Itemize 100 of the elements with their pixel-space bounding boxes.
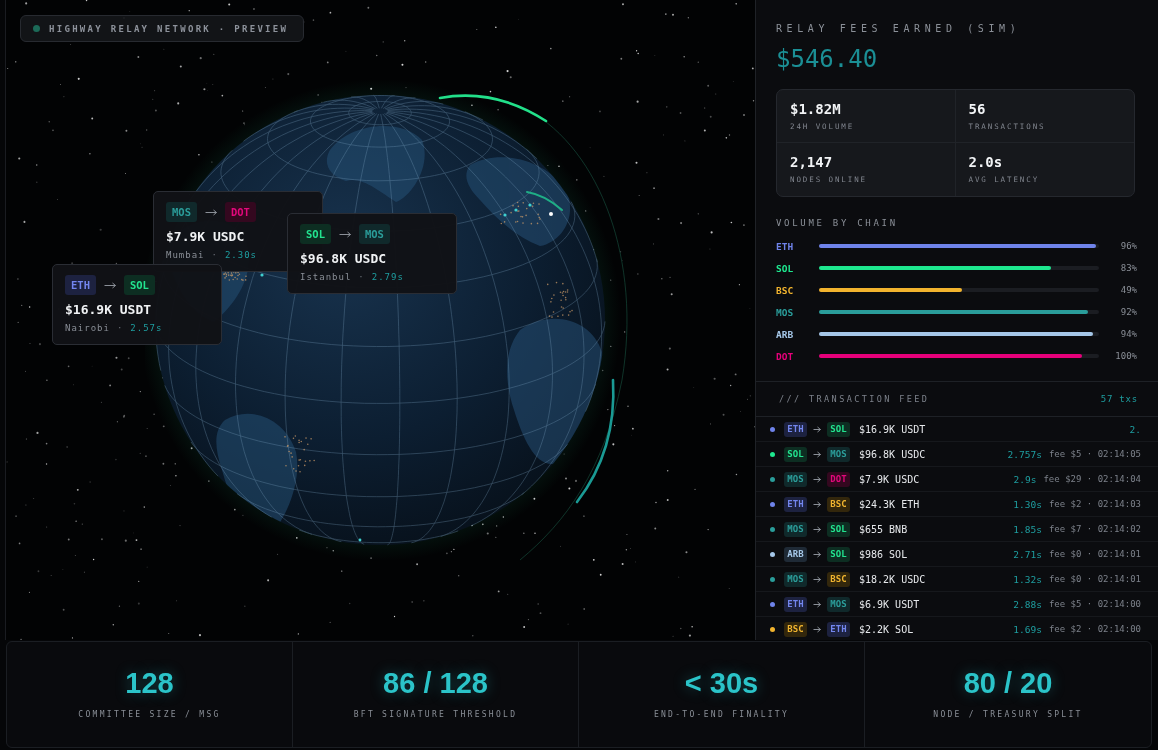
feed-count: 57 txs [1100,394,1138,404]
chain-tag: SOL [827,521,850,537]
percent-value: 96% [1120,241,1137,251]
transfer-amount: $2.2K SOL [859,623,915,635]
city-name: Nairobi [65,322,110,334]
metric-label: COMMITTEE SIZE / MSG [78,709,221,721]
transfer-amount: $96.8K USDC [859,448,927,460]
percent-value: 83% [1120,263,1137,273]
arrow-icon [813,600,821,608]
transfer-amount: $655 BNB [859,523,909,535]
stat-value: 56 [968,100,987,118]
arrow-icon [338,230,351,238]
status-dot-icon [33,25,40,32]
arrow-icon [813,425,821,433]
chain-label: ARB [776,328,795,340]
latency-value: 1.30s [1013,498,1042,510]
arrow-icon [813,475,821,483]
chain-label: BSC [776,284,795,296]
percent-value: 49% [1120,285,1137,295]
metric-label: BFT SIGNATURE THRESHOLD [353,709,518,721]
feed-title: /// TRANSACTION FEED [779,394,930,404]
arrow-icon [813,500,821,508]
fee-text: fee $2 · 02:14:03 [1048,499,1141,509]
latency-value: 2.9s [1013,473,1037,485]
transfer-amount: $986 SOL [859,548,909,560]
percent-value: 94% [1120,329,1137,339]
stat-value: $1.82M [790,100,842,118]
fees-label: RELAY FEES EARNED (SIM) [776,22,1022,36]
fee-text: fee $2 · 02:14:00 [1048,624,1141,634]
section-title: VOLUME BY CHAIN [776,217,899,230]
arrow-icon [103,281,116,289]
metric-value: 128 [125,666,174,700]
chain-label: ETH [776,240,795,252]
arrow-icon [204,208,217,216]
fees-value: $546.40 [776,44,879,74]
transfer-amount: $6.9K USDT [859,598,921,610]
latency-value: 2.757s [1007,448,1042,460]
chain-tag: MOS [784,521,807,537]
fee-text: fee $5 · 02:14:00 [1048,599,1141,609]
chain-tag: DOT [224,202,256,222]
latency-value: 2.88s [1013,598,1042,610]
fee-text: fee $7 · 02:14:02 [1048,524,1141,534]
chain-tag: MOS [827,446,850,462]
chain-tag: MOS [166,202,197,222]
chain-label: MOS [776,306,795,318]
chain-tag: MOS [784,471,807,487]
separator: · [116,322,124,334]
latency-value: 2.79s [371,271,404,283]
latency-value: 2.71s [1013,548,1042,560]
chain-tag: ETH [784,596,807,612]
separator: · [358,271,365,283]
arrow-icon [813,525,821,533]
arrow-icon [813,450,821,458]
fee-text: fee $29 · 02:14:04 [1043,474,1141,484]
chain-label: SOL [776,262,795,274]
fee-text: fee $0 · 02:14:01 [1048,574,1141,584]
chain-tag: SOL [784,446,807,462]
metric-label: NODE / TREASURY SPLIT [933,709,1083,721]
separator: · [211,249,218,261]
latency-value: 2.30s [224,249,258,261]
transfer-amount: $96.8K USDC [300,250,388,267]
chain-tag: ETH [784,421,807,437]
transfer-amount: $16.9K USDT [65,301,153,318]
chain-tag: MOS [784,571,807,587]
transfer-amount: $24.3K ETH [859,498,921,510]
chain-tag: ETH [784,496,807,512]
metric-value: 86 / 128 [383,666,488,700]
stat-value: 2,147 [790,153,834,171]
chain-tag: SOL [827,421,850,437]
chain-tag: ARB [784,546,807,562]
stat-value: 2.0s [968,153,1004,171]
transfer-amount: $7.9K USDC [859,473,921,485]
latency-value: 1.69s [1013,623,1042,635]
chain-tag: ETH [65,275,96,295]
metric-label: END-TO-END FINALITY [653,709,790,721]
chain-tag: BSC [784,621,807,637]
latency-value: 1.85s [1013,523,1042,535]
city-name: Istanbul [300,271,352,283]
arrow-icon [813,550,821,558]
fee-text: fee $5 · 02:14:05 [1048,449,1141,459]
transfer-amount: $18.2K USDC [859,573,927,585]
chain-tag: SOL [123,275,155,295]
arrow-icon [813,575,821,583]
network-title: HIGHWAY RELAY NETWORK · PREVIEW [49,23,289,34]
chain-tag: BSC [827,571,850,587]
transfer-amount: $16.9K USDT [859,423,927,435]
chain-tag: ETH [827,621,850,637]
latency-value: 2.57s [130,322,163,334]
metric-value: < 30s [684,666,759,700]
fee-text: fee $0 · 02:14:01 [1048,549,1141,559]
chain-tag: MOS [358,224,390,244]
metric-value: 80 / 20 [963,666,1053,700]
latency-value: 1.32s [1013,573,1042,585]
city-name: Mumbai [166,249,205,261]
chain-label: DOT [776,350,795,362]
chain-tag: DOT [827,471,850,487]
percent-value: 100% [1115,351,1137,361]
chain-tag: SOL [300,224,331,244]
chain-tag: SOL [827,546,850,562]
chain-tag: BSC [827,496,850,512]
